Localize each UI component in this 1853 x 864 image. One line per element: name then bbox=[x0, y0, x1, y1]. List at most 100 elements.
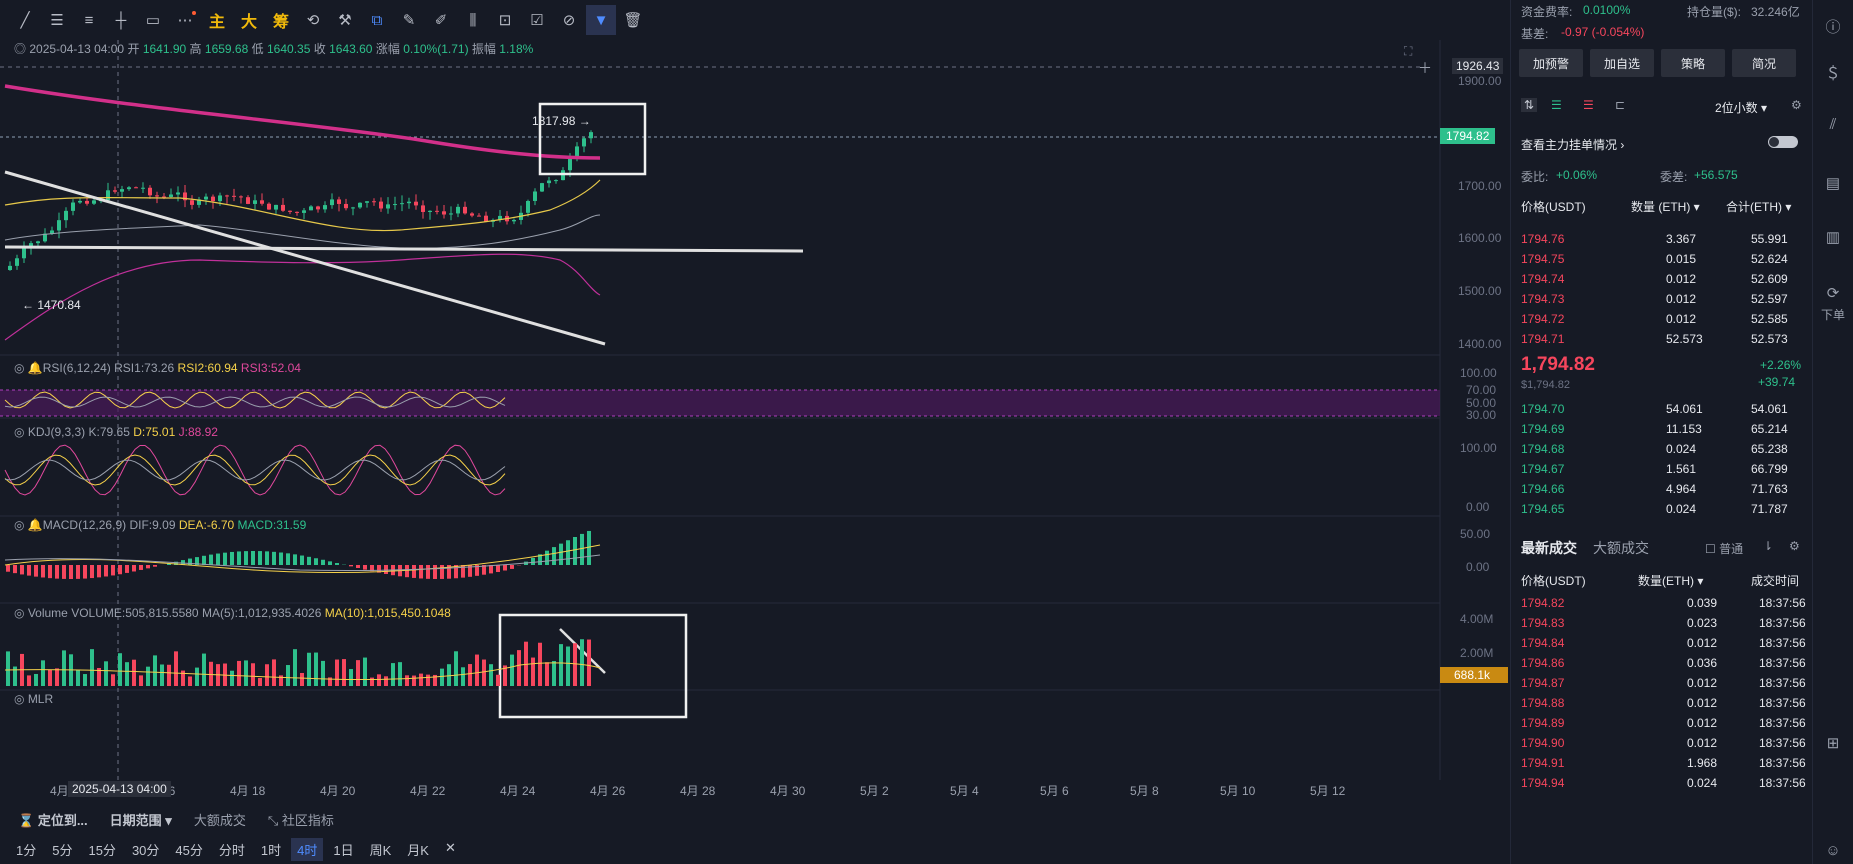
fullscreen-icon[interactable]: ⛶ bbox=[1404, 44, 1412, 59]
interval-分时[interactable]: 分时 bbox=[213, 838, 251, 861]
strategy-button[interactable]: 策略 bbox=[1661, 49, 1725, 77]
ask-row[interactable]: 1794.75 0.015 52.624 bbox=[1521, 249, 1806, 269]
lock-icon[interactable]: ⊡ bbox=[490, 5, 520, 35]
main-indicator-button[interactable]: 主 bbox=[202, 5, 232, 35]
settings-icon[interactable]: ⚒ bbox=[330, 5, 360, 35]
ask-row[interactable]: 1794.73 0.012 52.597 bbox=[1521, 289, 1806, 309]
note-icon[interactable]: ☑ bbox=[522, 5, 552, 35]
open-label: 开 bbox=[127, 42, 140, 56]
overview-button[interactable]: 简况 bbox=[1732, 49, 1796, 77]
decimals-select[interactable]: 2位小数 ▾ bbox=[1715, 99, 1767, 116]
ask-row[interactable]: 1794.72 0.012 52.585 bbox=[1521, 309, 1806, 329]
dollar-icon[interactable]: ＄ bbox=[1823, 62, 1843, 82]
tab-latest-trades[interactable]: 最新成交 bbox=[1521, 538, 1577, 558]
book-bids-icon[interactable]: ☰ bbox=[1551, 98, 1562, 112]
tab-large-trades[interactable]: 大额成交 bbox=[1593, 538, 1649, 558]
settings-icon[interactable]: ⚙ bbox=[1789, 539, 1800, 553]
order-icon[interactable]: ⟳ bbox=[1823, 284, 1843, 304]
ruler-icon[interactable]: ✎ bbox=[394, 5, 424, 35]
pen-icon[interactable]: ✐ bbox=[426, 5, 456, 35]
rect-icon[interactable]: ▭ bbox=[138, 5, 168, 35]
book-layout-icon[interactable]: ⊏ bbox=[1615, 98, 1625, 112]
bid-row[interactable]: 1794.70 54.061 54.061 bbox=[1521, 399, 1806, 419]
ask-row[interactable]: 1794.74 0.012 52.609 bbox=[1521, 269, 1806, 289]
book-total-header[interactable]: 合计(ETH) ▾ bbox=[1726, 198, 1791, 215]
trash-icon[interactable]: 🗑 bbox=[618, 5, 648, 35]
compare-icon[interactable]: ⟲ bbox=[298, 5, 328, 35]
interval-30分[interactable]: 30分 bbox=[126, 838, 165, 861]
magnet-icon[interactable]: ⊘ bbox=[554, 5, 584, 35]
main-orders-toggle[interactable] bbox=[1768, 136, 1798, 148]
bell-icon[interactable]: ◎ 🔔 bbox=[14, 361, 43, 375]
bell-icon[interactable]: ◎ 🔔 bbox=[14, 518, 43, 532]
eye-icon[interactable]: ◎ bbox=[14, 425, 28, 439]
bid-row[interactable]: 1794.65 0.024 71.787 bbox=[1521, 499, 1806, 519]
info-icon[interactable]: ⓘ bbox=[1823, 16, 1843, 36]
eye-icon[interactable]: ◎ bbox=[14, 606, 28, 620]
add-icon[interactable]: ＋ bbox=[1418, 58, 1432, 78]
macd-dea-value: DEA:-6.70 bbox=[178, 518, 235, 532]
stats-icon[interactable]: ⫽ bbox=[1823, 116, 1843, 136]
community-indicators-button[interactable]: ⤡ 社区指标 bbox=[268, 810, 334, 829]
eye-icon[interactable]: ◎ bbox=[14, 692, 28, 706]
volume-bar bbox=[125, 662, 129, 686]
add-alert-button[interactable]: 加预警 bbox=[1519, 49, 1583, 77]
candles-icon[interactable]: ⫼ bbox=[458, 5, 488, 35]
trade-row: 1794.88 0.012 18:37:56 bbox=[1521, 693, 1806, 713]
macd-bar bbox=[545, 550, 549, 565]
eye-icon[interactable]: ◎ bbox=[14, 42, 26, 56]
etf-icon[interactable]: ▥ bbox=[1823, 228, 1843, 248]
candle bbox=[386, 204, 390, 209]
chips-button[interactable]: 筹 bbox=[266, 5, 296, 35]
bid-row[interactable]: 1794.68 0.024 65.238 bbox=[1521, 439, 1806, 459]
macd-label: MACD(12,26,9) bbox=[42, 518, 127, 532]
chart-icon[interactable]: ▤ bbox=[1823, 174, 1843, 194]
interval-15分[interactable]: 15分 bbox=[82, 838, 121, 861]
ask-row[interactable]: 1794.71 52.573 52.573 bbox=[1521, 329, 1806, 349]
price-cell: 1794.69 bbox=[1521, 422, 1565, 436]
volume-legend: ◎ Volume VOLUME:505,815.5580 MA(5):1,012… bbox=[14, 606, 451, 620]
book-qty-header[interactable]: 数量 (ETH) ▾ bbox=[1631, 198, 1700, 215]
total-cell: 52.573 bbox=[1751, 332, 1788, 346]
trade-time: 18:37:56 bbox=[1759, 636, 1806, 650]
h-ray-icon[interactable]: ┼ bbox=[106, 5, 136, 35]
interval-4时[interactable]: 4时 bbox=[291, 838, 324, 861]
interval-周K[interactable]: 周K bbox=[364, 838, 398, 861]
trade-row: 1794.83 0.023 18:37:56 bbox=[1521, 613, 1806, 633]
more-icon[interactable]: ⋯ bbox=[170, 5, 200, 35]
trade-qty-header[interactable]: 数量(ETH) ▾ bbox=[1638, 572, 1703, 589]
interval-5分[interactable]: 5分 bbox=[46, 838, 78, 861]
add-watchlist-button[interactable]: 加自选 bbox=[1590, 49, 1654, 77]
line-tool-icon[interactable]: ╱ bbox=[10, 5, 40, 35]
layout-icon[interactable]: ⊞ bbox=[1823, 734, 1843, 754]
interval-45分[interactable]: 45分 bbox=[169, 838, 208, 861]
settings-icon[interactable]: ⚙ bbox=[1791, 98, 1802, 112]
locate-button[interactable]: ⌛ 定位到... bbox=[18, 810, 88, 829]
select-icon[interactable]: ⧉ bbox=[362, 5, 392, 35]
book-both-icon[interactable]: ⇅ bbox=[1521, 98, 1538, 112]
ask-row[interactable]: 1794.76 3.367 55.991 bbox=[1521, 229, 1806, 249]
large-trades-button[interactable]: 大额成交 bbox=[194, 810, 246, 829]
book-asks-icon[interactable]: ☰ bbox=[1583, 98, 1594, 112]
filter-icon[interactable]: ▼ bbox=[586, 5, 616, 35]
interval-月K[interactable]: 月K bbox=[401, 838, 435, 861]
horizontal-lines-icon[interactable]: ☰ bbox=[42, 5, 72, 35]
bid-row[interactable]: 1794.67 1.561 66.799 bbox=[1521, 459, 1806, 479]
filter-list-icon[interactable]: ⇂ bbox=[1763, 539, 1773, 553]
large-button[interactable]: 大 bbox=[234, 5, 264, 35]
interval-1分[interactable]: 1分 bbox=[10, 838, 42, 861]
normal-checkbox[interactable]: ☐ 普通 bbox=[1705, 540, 1743, 557]
macd-bar bbox=[251, 551, 255, 565]
bid-row[interactable]: 1794.69 11.153 65.214 bbox=[1521, 419, 1806, 439]
interval-1日[interactable]: 1日 bbox=[327, 838, 359, 861]
crosshair-price: 1926.43 bbox=[1452, 58, 1504, 74]
main-orders-link[interactable]: 查看主力挂单情况 › bbox=[1521, 136, 1624, 153]
price-chart[interactable] bbox=[0, 40, 1505, 796]
multi-lines-icon[interactable]: ≡ bbox=[74, 5, 104, 35]
interval-1时[interactable]: 1时 bbox=[255, 838, 287, 861]
robot-icon[interactable]: ☺ bbox=[1823, 842, 1843, 862]
interval-✕[interactable]: ✕ bbox=[439, 838, 462, 861]
bid-row[interactable]: 1794.66 4.964 71.763 bbox=[1521, 479, 1806, 499]
trade-row: 1794.90 0.012 18:37:56 bbox=[1521, 733, 1806, 753]
date-range-button[interactable]: 日期范围 ▾ bbox=[110, 810, 172, 829]
